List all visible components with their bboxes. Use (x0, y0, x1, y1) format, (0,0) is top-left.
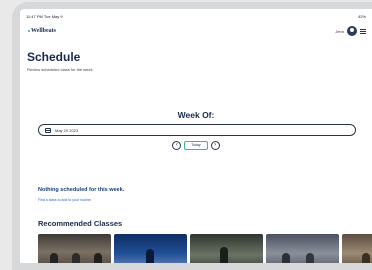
status-bar: 11:47 PM Tue May 9 42% (26, 14, 366, 20)
class-card-stretch[interactable] (114, 234, 187, 263)
recommended-classes-heading: Recommended Classes (38, 219, 123, 228)
class-card-cycling[interactable] (38, 234, 111, 263)
week-navigation: ‹ Today › (20, 141, 372, 150)
logo-dot-icon (28, 29, 30, 32)
instructor-figure (282, 253, 290, 263)
empty-schedule-message: Nothing scheduled for this week. (38, 187, 125, 193)
calendar-icon (45, 127, 51, 133)
app-screen: 11:47 PM Tue May 9 42% Wellbeats Jenn Sc… (20, 9, 372, 263)
hamburger-menu-icon[interactable] (360, 28, 366, 34)
logo-text: Wellbeats (31, 28, 56, 34)
class-card-strength[interactable] (190, 234, 263, 263)
instructor-figure (72, 253, 80, 263)
instructor-figure (306, 253, 314, 263)
instructor-figure (146, 249, 154, 263)
user-name[interactable]: Jenn (335, 29, 344, 34)
class-card-cardio[interactable] (342, 234, 372, 263)
user-menu: Jenn (335, 25, 366, 37)
instructor-figure (94, 253, 102, 263)
next-week-button[interactable]: › (210, 141, 220, 150)
week-of-heading: Week Of: (177, 110, 215, 120)
date-value: May 20 2023 (55, 127, 79, 133)
wellbeats-logo[interactable]: Wellbeats (28, 27, 56, 35)
top-nav: Wellbeats Jenn (26, 25, 366, 37)
today-button[interactable]: Today (184, 141, 208, 150)
status-time: 11:47 PM Tue May 9 (26, 14, 63, 19)
recommended-classes-carousel (38, 234, 372, 263)
battery-indicator: 42% (357, 14, 366, 19)
instructor-figure (50, 253, 58, 263)
page-title: Schedule (27, 50, 81, 64)
page-subtitle: Review scheduled class for the week (27, 67, 93, 72)
previous-week-button[interactable]: ‹ (172, 141, 182, 150)
avatar[interactable] (347, 26, 357, 36)
instructor-figure (362, 253, 370, 263)
week-date-picker[interactable]: May 20 2023 (38, 124, 356, 136)
class-card-group[interactable] (266, 234, 339, 263)
find-class-link[interactable]: Find a class to add to your routine. (38, 198, 92, 202)
instructor-figure (220, 247, 228, 263)
